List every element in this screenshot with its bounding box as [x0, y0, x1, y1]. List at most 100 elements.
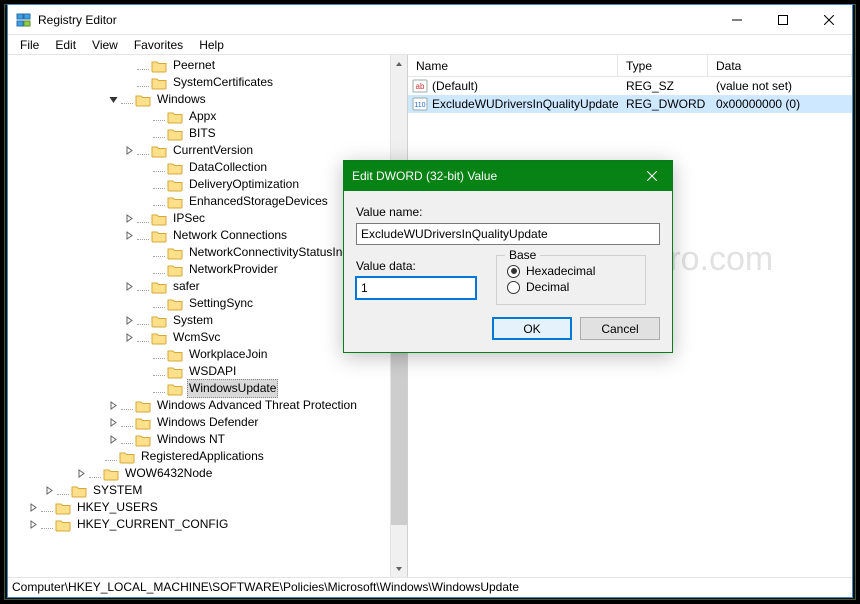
base-fieldset: Base Hexadecimal Decimal: [496, 255, 646, 305]
close-button[interactable]: [806, 5, 852, 35]
dialog-titlebar: Edit DWORD (32-bit) Value: [344, 161, 672, 191]
edit-dword-dialog: Edit DWORD (32-bit) Value Value name: Va…: [343, 160, 673, 353]
folder-icon: [135, 399, 151, 413]
tree-node-label: SystemCertificates: [171, 74, 275, 91]
tree-node[interactable]: Windows Defender: [8, 414, 407, 431]
menu-help[interactable]: Help: [191, 36, 232, 54]
base-legend: Base: [505, 248, 540, 262]
tree-node-label: EnhancedStorageDevices: [187, 193, 330, 210]
tree-node[interactable]: HKEY_USERS: [8, 499, 407, 516]
svg-text:110: 110: [414, 102, 425, 109]
folder-icon: [167, 365, 183, 379]
radio-hexadecimal[interactable]: Hexadecimal: [507, 264, 635, 278]
folder-icon: [167, 382, 183, 396]
chevron-right-icon[interactable]: [122, 314, 136, 328]
tree-node-label: Appx: [187, 108, 218, 125]
tree-node[interactable]: SystemCertificates: [8, 74, 407, 91]
string-icon: ab: [412, 78, 428, 94]
tree-node[interactable]: BITS: [8, 125, 407, 142]
value-type-cell: REG_DWORD: [618, 97, 708, 111]
menu-file[interactable]: File: [12, 36, 47, 54]
scroll-up-arrow[interactable]: [391, 55, 407, 72]
value-data-input[interactable]: [356, 277, 476, 299]
value-data-cell: 0x00000000 (0): [708, 97, 852, 111]
tree-node-label: DeliveryOptimization: [187, 176, 301, 193]
folder-icon: [151, 331, 167, 345]
tree-node-label: HKEY_USERS: [75, 499, 160, 516]
chevron-right-icon[interactable]: [122, 144, 136, 158]
menu-view[interactable]: View: [84, 36, 126, 54]
dword-icon: 110: [412, 96, 428, 112]
chevron-right-icon[interactable]: [106, 416, 120, 430]
tree-node[interactable]: HKEY_CURRENT_CONFIG: [8, 516, 407, 533]
chevron-right-icon[interactable]: [122, 280, 136, 294]
column-name[interactable]: Name: [408, 55, 618, 76]
folder-icon: [151, 76, 167, 90]
tree-node[interactable]: Windows: [8, 91, 407, 108]
tree-node[interactable]: Windows NT: [8, 431, 407, 448]
values-header: Name Type Data: [408, 55, 852, 77]
menu-edit[interactable]: Edit: [47, 36, 84, 54]
value-row[interactable]: 110ExcludeWUDriversInQualityUpdateREG_DW…: [408, 95, 852, 113]
tree-node[interactable]: CurrentVersion: [8, 142, 407, 159]
tree-node-label: Windows Defender: [155, 414, 260, 431]
chevron-right-icon[interactable]: [106, 433, 120, 447]
value-data-cell: (value not set): [708, 79, 852, 93]
folder-icon: [167, 348, 183, 362]
tree-node-label: SYSTEM: [91, 482, 144, 499]
tree-node[interactable]: Windows Advanced Threat Protection: [8, 397, 407, 414]
tree-node-label: safer: [171, 278, 202, 295]
tree-node-label: IPSec: [171, 210, 207, 227]
column-data[interactable]: Data: [708, 55, 852, 76]
folder-icon: [167, 263, 183, 277]
scroll-down-arrow[interactable]: [391, 560, 407, 577]
dialog-close-button[interactable]: [632, 161, 672, 191]
folder-icon: [167, 127, 183, 141]
folder-icon: [151, 212, 167, 226]
tree-node-label: HKEY_CURRENT_CONFIG: [75, 516, 230, 533]
tree-node[interactable]: WOW6432Node: [8, 465, 407, 482]
folder-icon: [167, 297, 183, 311]
tree-node-label: WorkplaceJoin: [187, 346, 269, 363]
tree-node-label: WindowsUpdate: [187, 379, 278, 398]
dialog-title: Edit DWORD (32-bit) Value: [352, 169, 497, 183]
chevron-right-icon[interactable]: [74, 467, 88, 481]
cancel-button[interactable]: Cancel: [580, 317, 660, 340]
value-name-cell: (Default): [432, 79, 618, 93]
folder-icon: [167, 195, 183, 209]
chevron-right-icon[interactable]: [42, 484, 56, 498]
value-row[interactable]: ab(Default)REG_SZ(value not set): [408, 77, 852, 95]
tree-node[interactable]: Appx: [8, 108, 407, 125]
tree-node-label: Windows Advanced Threat Protection: [155, 397, 359, 414]
tree-node[interactable]: WindowsUpdate: [8, 380, 407, 397]
column-type[interactable]: Type: [618, 55, 708, 76]
tree-node-label: WOW6432Node: [123, 465, 214, 482]
folder-icon: [55, 518, 71, 532]
chevron-right-icon[interactable]: [122, 331, 136, 345]
chevron-right-icon[interactable]: [122, 212, 136, 226]
folder-icon: [151, 229, 167, 243]
folder-icon: [135, 416, 151, 430]
tree-node[interactable]: WSDAPI: [8, 363, 407, 380]
chevron-right-icon[interactable]: [122, 229, 136, 243]
tree-node-label: Windows: [155, 91, 208, 108]
ok-button[interactable]: OK: [492, 317, 572, 340]
minimize-button[interactable]: [714, 5, 760, 35]
chevron-right-icon[interactable]: [106, 399, 120, 413]
radio-decimal[interactable]: Decimal: [507, 280, 635, 294]
tree-node-label: RegisteredApplications: [139, 448, 266, 465]
chevron-down-icon[interactable]: [106, 93, 120, 107]
radio-dec-icon: [507, 281, 520, 294]
chevron-right-icon[interactable]: [26, 518, 40, 532]
value-name-label: Value name:: [356, 205, 660, 219]
tree-node[interactable]: RegisteredApplications: [8, 448, 407, 465]
maximize-button[interactable]: [760, 5, 806, 35]
chevron-right-icon[interactable]: [26, 501, 40, 515]
titlebar: Registry Editor: [8, 5, 852, 35]
menu-favorites[interactable]: Favorites: [126, 36, 191, 54]
window-title: Registry Editor: [38, 13, 117, 27]
tree-node[interactable]: Peernet: [8, 57, 407, 74]
app-icon: [16, 12, 32, 28]
tree-node[interactable]: SYSTEM: [8, 482, 407, 499]
value-name-input[interactable]: [356, 223, 660, 245]
